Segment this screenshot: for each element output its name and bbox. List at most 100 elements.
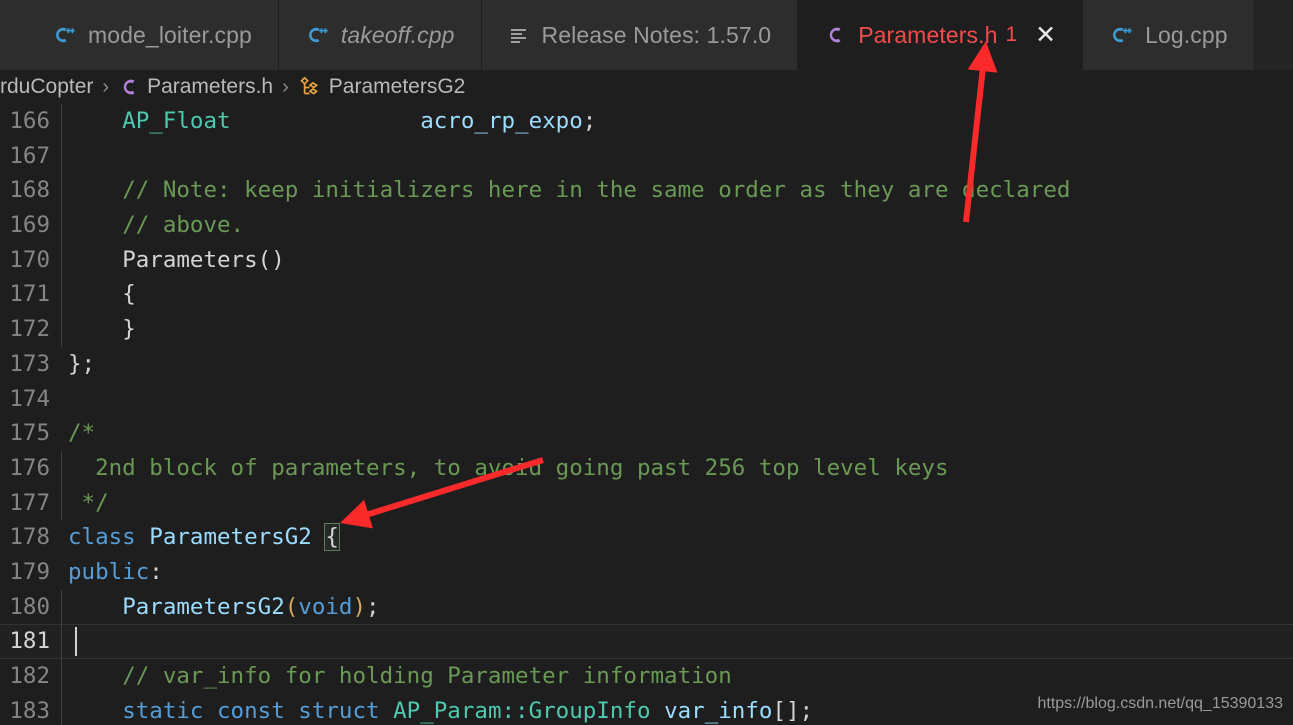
- code-line[interactable]: 177 */: [0, 485, 1293, 521]
- code-line-text: class ParametersG2 {: [68, 520, 340, 555]
- editor-tab-label: Log.cpp: [1145, 21, 1228, 48]
- editor-tab-problem-count: 1: [1005, 23, 1018, 46]
- editor-tab-takeoff-cpp[interactable]: takeoff.cpp: [278, 0, 482, 70]
- code-line-text: };: [68, 347, 95, 382]
- code-token: static const struct: [122, 697, 380, 724]
- code-line[interactable]: 169 // above.: [0, 208, 1293, 243]
- indent-guide: [61, 138, 62, 174]
- line-number: 177: [9, 489, 50, 516]
- editor-tab-parameters-h[interactable]: Parameters.h 1 ✕: [798, 0, 1084, 70]
- code-line[interactable]: 172 }: [0, 312, 1293, 347]
- code-token: [];: [772, 697, 814, 724]
- code-line[interactable]: 180 ParametersG2(void);: [0, 589, 1293, 625]
- line-number: 179: [9, 558, 50, 585]
- breadcrumb: rduCopter › Parameters.h › ParametersG2: [0, 70, 1293, 104]
- line-number: 169: [9, 212, 50, 239]
- code-token: AP_Float: [122, 108, 231, 134]
- cpp-file-icon: [1109, 23, 1133, 47]
- code-line[interactable]: 179 public:: [0, 555, 1293, 590]
- editor-tab-label: mode_loiter.cpp: [88, 21, 252, 48]
- watermark-url: https://blog.csdn.net/qq_15390133: [1037, 695, 1283, 712]
- code-line[interactable]: 171 {: [0, 277, 1293, 313]
- code-line[interactable]: 178 class ParametersG2 {: [0, 520, 1293, 555]
- code-line[interactable]: 182 // var_info for holding Parameter in…: [0, 659, 1293, 694]
- breadcrumb-item-label: ParametersG2: [328, 75, 466, 98]
- breadcrumb-item-parameters-h[interactable]: Parameters.h: [118, 75, 273, 99]
- code-token: Parameters: [122, 246, 258, 273]
- line-number: 175: [9, 420, 50, 447]
- breadcrumb-item-rducopter[interactable]: rduCopter: [0, 75, 93, 99]
- editor-tab-mode-loiter-cpp[interactable]: mode_loiter.cpp: [0, 0, 279, 70]
- indent-guide: [61, 589, 62, 625]
- code-token: // Note: keep initializers here in the s…: [122, 177, 1071, 204]
- code-token: {: [122, 281, 136, 308]
- code-line[interactable]: 176 2nd block of parameters, to avoid go…: [0, 450, 1293, 486]
- line-number: 174: [9, 385, 50, 412]
- code-line-text: AP_Float acro_rp_expo;: [68, 104, 596, 139]
- symbol-class-icon: [298, 76, 322, 98]
- code-line[interactable]: 175 /*: [0, 416, 1293, 451]
- code-line-text: }: [68, 312, 136, 347]
- indent-guide: [61, 624, 62, 659]
- code-token: // above.: [122, 212, 245, 239]
- code-line[interactable]: 166 AP_Float acro_rp_expo;: [0, 104, 1293, 139]
- line-number: 167: [9, 142, 50, 169]
- code-line[interactable]: 170 Parameters(): [0, 242, 1293, 278]
- code-line-text: /*: [68, 416, 95, 451]
- breadcrumb-item-parametersg2[interactable]: ParametersG2: [298, 75, 466, 99]
- code-token: public: [68, 558, 150, 585]
- code-line[interactable]: 174: [0, 382, 1293, 417]
- line-number: 180: [9, 593, 50, 620]
- indent-guide: [61, 485, 62, 521]
- code-token: ParametersG2: [122, 593, 285, 620]
- line-number: 183: [9, 697, 50, 724]
- editor-tab-label: Parameters.h: [858, 21, 998, 48]
- line-number: 172: [9, 316, 50, 343]
- code-line[interactable]: 181: [0, 624, 1293, 659]
- code-token: /*: [68, 420, 96, 447]
- header-file-icon: [824, 23, 846, 47]
- code-line[interactable]: 167: [0, 138, 1293, 174]
- indent-guide: [61, 277, 62, 313]
- code-line[interactable]: 173};: [0, 347, 1293, 382]
- cpp-file-icon: [52, 23, 76, 47]
- editor-tab-bar: mode_loiter.cpp takeoff.cpp Release Notes:…: [0, 0, 1293, 71]
- editor-tab-release-notes-1-57-0[interactable]: Release Notes: 1.57.0: [481, 0, 799, 70]
- code-token: {: [324, 523, 340, 552]
- line-number: 182: [9, 663, 50, 689]
- close-icon[interactable]: ✕: [1035, 22, 1056, 48]
- code-token: AP_Param::GroupInfo: [393, 697, 651, 724]
- code-line-text: ParametersG2(void);: [68, 590, 380, 625]
- code-token: ParametersG2: [149, 524, 312, 551]
- code-token: ;: [366, 593, 380, 620]
- breadcrumb-separator: ›: [282, 75, 289, 98]
- code-line-text: {: [68, 277, 136, 312]
- code-line-text: // Note: keep initializers here in the s…: [68, 173, 1070, 208]
- code-token: class: [68, 524, 136, 551]
- editor-tab-log-cpp[interactable]: Log.cpp: [1083, 0, 1255, 70]
- line-number: 166: [9, 108, 50, 134]
- indent-guide: [61, 104, 62, 139]
- header-file-icon: [118, 75, 140, 99]
- vscode-editor-window: mode_loiter.cpp takeoff.cpp Release Notes:…: [0, 0, 1293, 725]
- code-token: acro_rp_expo: [420, 108, 583, 134]
- line-number: 181: [9, 628, 50, 655]
- code-token: var_info: [664, 697, 773, 724]
- code-token: ): [352, 593, 367, 620]
- line-number: 171: [9, 281, 50, 308]
- indent-guide: [61, 312, 62, 347]
- code-line-text: // var_info for holding Parameter inform…: [68, 659, 732, 694]
- code-line[interactable]: 168 // Note: keep initializers here in t…: [0, 173, 1293, 209]
- breadcrumb-item-label: Parameters.h: [147, 75, 274, 98]
- code-editor-area[interactable]: 166 AP_Float acro_rp_expo; 167 168 // Note…: [0, 104, 1293, 725]
- editor-tab-label: takeoff.cpp: [340, 21, 455, 48]
- line-number: 170: [9, 246, 50, 273]
- line-number: 178: [9, 524, 50, 551]
